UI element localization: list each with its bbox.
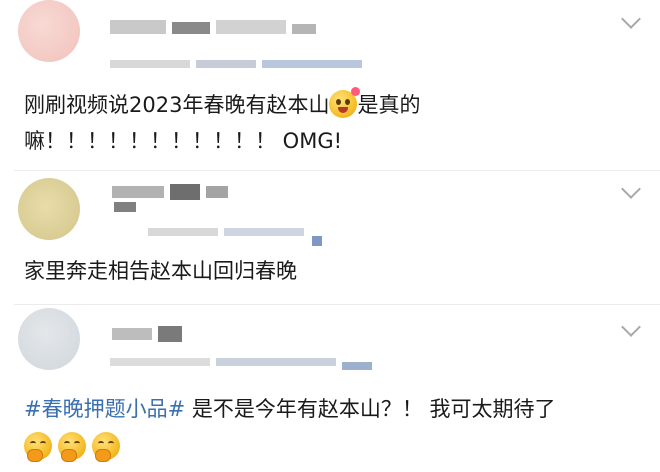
- comment-body-line2: 嘛！！！！！！！！！！！ OMG!: [24, 129, 343, 153]
- comment-body: #春晚押题小品# 是不是今年有赵本山？！ 我可太期待了: [24, 394, 556, 424]
- chevron-down-icon[interactable]: [621, 317, 641, 337]
- hug-face-icon: [58, 432, 86, 462]
- hug-face-icon: [92, 432, 120, 462]
- tongue-wink-heart-icon: [329, 87, 361, 118]
- divider: [14, 304, 660, 305]
- comment-item-1: 刚刷视频说2023年春晚有赵本山 是真的 嘛！！！！！！！！！！！ OMG!: [0, 0, 660, 168]
- chevron-down-icon[interactable]: [621, 9, 641, 29]
- hug-face-icon: [24, 432, 52, 462]
- comment-body: 刚刷视频说2023年春晚有赵本山 是真的: [24, 87, 421, 120]
- chevron-down-icon[interactable]: [621, 179, 641, 199]
- comment-item-2: 家里奔走相告赵本山回归春晚: [0, 172, 660, 302]
- comment-text: 是不是今年有赵本山？！ 我可太期待了: [185, 397, 556, 421]
- comment-body: 家里奔走相告赵本山回归春晚: [24, 259, 297, 283]
- comment-text: 是真的: [357, 93, 421, 117]
- avatar[interactable]: [18, 308, 80, 370]
- divider: [14, 170, 660, 171]
- avatar[interactable]: [18, 0, 80, 62]
- comment-item-3: #春晚押题小品# 是不是今年有赵本山？！ 我可太期待了: [0, 306, 660, 472]
- avatar[interactable]: [18, 178, 80, 240]
- comment-text: 刚刷视频说2023年春晚有赵本山: [24, 93, 330, 117]
- hashtag-link[interactable]: #春晚押题小品#: [24, 397, 185, 421]
- emoji-row: [24, 432, 126, 464]
